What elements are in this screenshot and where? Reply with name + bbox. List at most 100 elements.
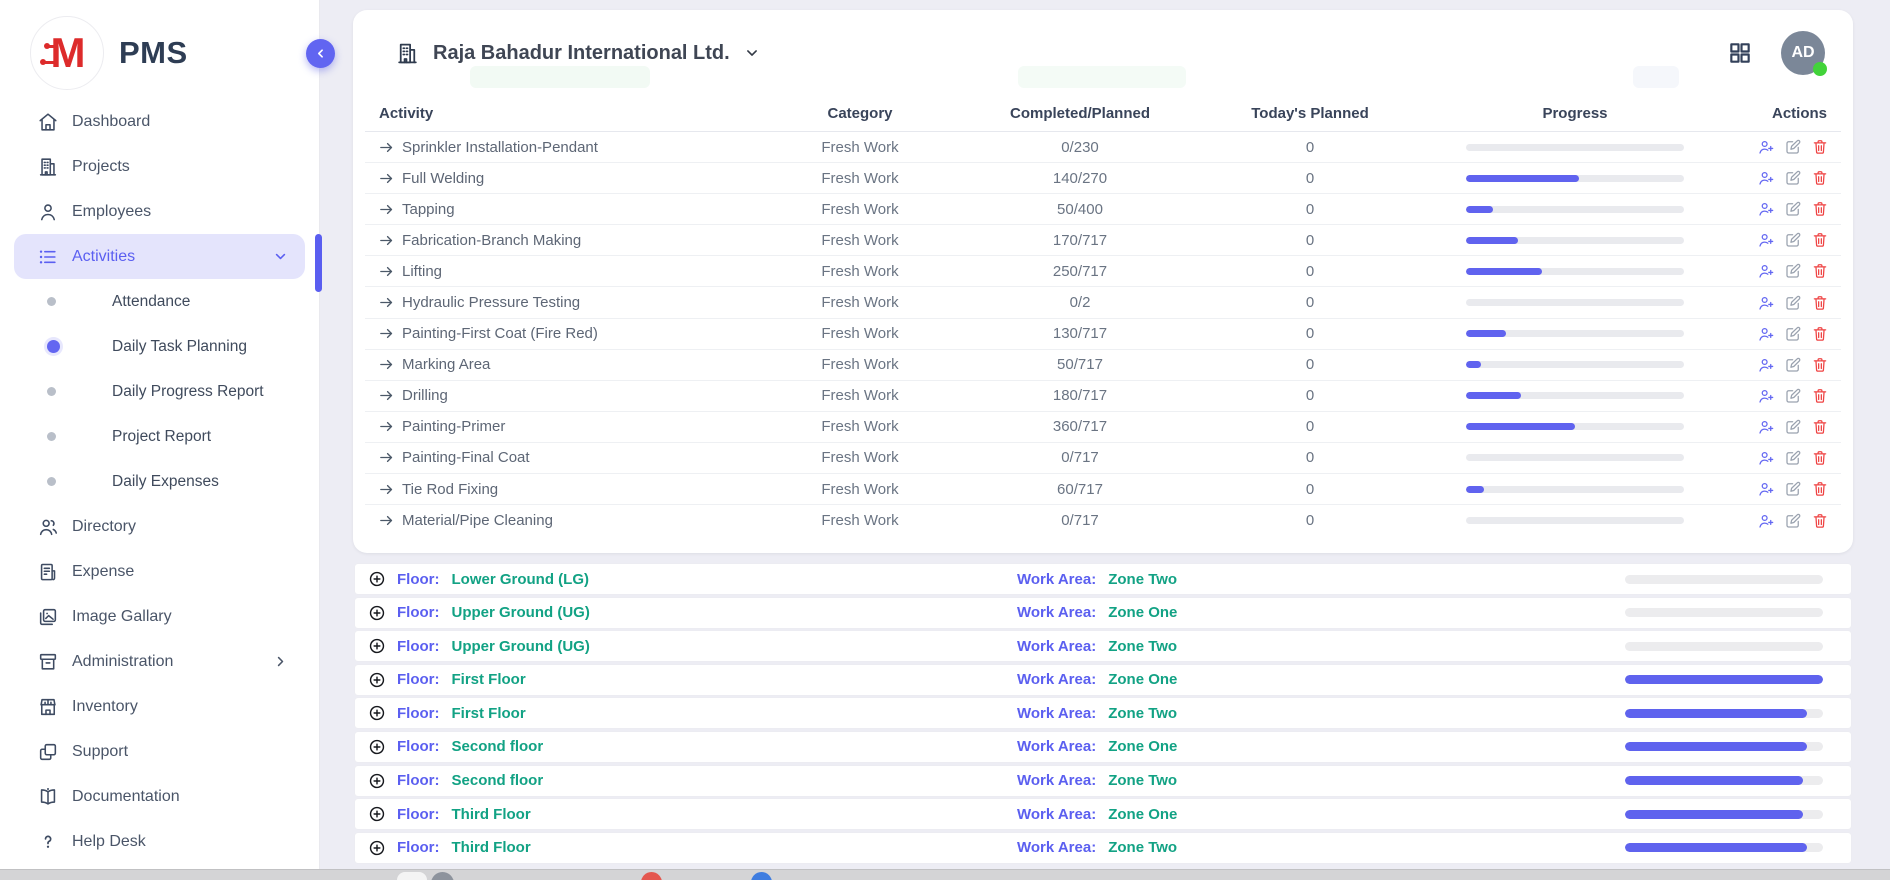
arrow-right-icon <box>378 387 395 404</box>
sidebar-item-image-gallary[interactable]: Image Gallary <box>0 594 319 639</box>
sidebar-item-documentation[interactable]: Documentation <box>0 774 319 819</box>
dock-red-app-icon[interactable] <box>641 872 662 880</box>
delete-icon[interactable] <box>1811 231 1829 249</box>
sidebar-item-dashboard[interactable]: Dashboard <box>0 99 319 144</box>
delete-icon[interactable] <box>1811 169 1829 187</box>
edit-icon[interactable] <box>1784 512 1802 530</box>
sidebar-item-daily-expenses[interactable]: Daily Expenses <box>0 459 319 504</box>
delete-icon[interactable] <box>1811 262 1829 280</box>
sidebar-item-support[interactable]: Support <box>0 729 319 774</box>
floor-pair: Floor: First Floor <box>397 705 1017 722</box>
sidebar-item-daily-task-planning[interactable]: Daily Task Planning <box>0 324 319 369</box>
company-selector[interactable]: Raja Bahadur International Ltd. <box>395 41 761 66</box>
user-avatar[interactable]: AD <box>1781 31 1825 75</box>
floor-progress-fill <box>1625 742 1807 751</box>
floor-label: Floor: <box>397 638 440 655</box>
category-value: Fresh Work <box>725 139 995 156</box>
list-bullet-icon <box>37 246 59 268</box>
edit-icon[interactable] <box>1784 294 1802 312</box>
progress-bar-fill <box>1466 206 1493 213</box>
edit-icon[interactable] <box>1784 418 1802 436</box>
delete-icon[interactable] <box>1811 449 1829 467</box>
expand-plus-icon[interactable] <box>368 704 386 722</box>
floor-row: Floor: First Floor Work Area: Zone Two <box>355 698 1851 728</box>
todays-planned-value: 0 <box>1165 263 1455 280</box>
expand-plus-icon[interactable] <box>368 805 386 823</box>
scrolled-chip <box>470 66 650 88</box>
assign-user-icon[interactable] <box>1757 200 1775 218</box>
sidebar-item-project-report[interactable]: Project Report <box>0 414 319 459</box>
dock-blue-app-icon[interactable] <box>751 872 772 880</box>
assign-user-icon[interactable] <box>1757 325 1775 343</box>
assign-user-icon[interactable] <box>1757 449 1775 467</box>
edit-icon[interactable] <box>1784 262 1802 280</box>
floor-pair: Floor: Second floor <box>397 738 1017 755</box>
work-area-value: Zone One <box>1108 671 1177 688</box>
assign-user-icon[interactable] <box>1757 262 1775 280</box>
expand-plus-icon[interactable] <box>368 738 386 756</box>
floor-value: Third Floor <box>452 806 531 823</box>
delete-icon[interactable] <box>1811 418 1829 436</box>
activity-row: Painting-First Coat (Fire Red) Fresh Wor… <box>365 319 1841 350</box>
sidebar-collapse-button[interactable] <box>306 39 335 68</box>
work-area-label: Work Area: <box>1017 638 1096 655</box>
expand-plus-icon[interactable] <box>368 839 386 857</box>
progress-bar <box>1466 237 1684 244</box>
floor-list: Floor: Lower Ground (LG) Work Area: Zone… <box>355 564 1851 863</box>
dock-avatar-icon[interactable] <box>431 872 454 880</box>
floor-label: Floor: <box>397 839 440 856</box>
sidebar-item-projects[interactable]: Projects <box>0 144 319 189</box>
expand-plus-icon[interactable] <box>368 604 386 622</box>
edit-icon[interactable] <box>1784 387 1802 405</box>
expand-plus-icon[interactable] <box>368 637 386 655</box>
assign-user-icon[interactable] <box>1757 231 1775 249</box>
dock-app-icon[interactable] <box>397 872 427 880</box>
edit-icon[interactable] <box>1784 325 1802 343</box>
expand-plus-icon[interactable] <box>368 671 386 689</box>
edit-icon[interactable] <box>1784 480 1802 498</box>
delete-icon[interactable] <box>1811 480 1829 498</box>
delete-icon[interactable] <box>1811 356 1829 374</box>
assign-user-icon[interactable] <box>1757 294 1775 312</box>
assign-user-icon[interactable] <box>1757 169 1775 187</box>
edit-icon[interactable] <box>1784 231 1802 249</box>
expand-plus-icon[interactable] <box>368 772 386 790</box>
assign-user-icon[interactable] <box>1757 387 1775 405</box>
delete-icon[interactable] <box>1811 138 1829 156</box>
edit-icon[interactable] <box>1784 138 1802 156</box>
question-icon <box>37 831 59 853</box>
delete-icon[interactable] <box>1811 512 1829 530</box>
sidebar-item-administration[interactable]: Administration <box>0 639 319 684</box>
expand-plus-icon[interactable] <box>368 570 386 588</box>
delete-icon[interactable] <box>1811 325 1829 343</box>
floor-row: Floor: Third Floor Work Area: Zone Two <box>355 833 1851 863</box>
delete-icon[interactable] <box>1811 294 1829 312</box>
sidebar-item-expense[interactable]: Expense <box>0 549 319 594</box>
apps-grid-icon[interactable] <box>1727 40 1753 66</box>
col-completed-planned: Completed/Planned <box>995 105 1165 122</box>
sidebar-item-activities[interactable]: Activities <box>14 234 305 279</box>
edit-icon[interactable] <box>1784 169 1802 187</box>
assign-user-icon[interactable] <box>1757 480 1775 498</box>
edit-icon[interactable] <box>1784 449 1802 467</box>
assign-user-icon[interactable] <box>1757 138 1775 156</box>
floor-value: First Floor <box>452 671 526 688</box>
assign-user-icon[interactable] <box>1757 512 1775 530</box>
sidebar-item-employees[interactable]: Employees <box>0 189 319 234</box>
sidebar-item-daily-progress-report[interactable]: Daily Progress Report <box>0 369 319 414</box>
sidebar-item-inventory[interactable]: Inventory <box>0 684 319 729</box>
work-area-pair: Work Area: Zone Two <box>1017 705 1625 722</box>
sidebar-item-directory[interactable]: Directory <box>0 504 319 549</box>
sidebar-item-help-desk[interactable]: Help Desk <box>0 819 319 864</box>
delete-icon[interactable] <box>1811 387 1829 405</box>
edit-icon[interactable] <box>1784 200 1802 218</box>
sidebar-nav: Dashboard Projects Employees Activities <box>0 99 319 864</box>
assign-user-icon[interactable] <box>1757 418 1775 436</box>
edit-icon[interactable] <box>1784 356 1802 374</box>
online-status-dot <box>1813 62 1827 76</box>
assign-user-icon[interactable] <box>1757 356 1775 374</box>
receipt-icon <box>37 561 59 583</box>
delete-icon[interactable] <box>1811 200 1829 218</box>
sidebar-item-attendance[interactable]: Attendance <box>0 279 319 324</box>
progress-bar-fill <box>1466 361 1481 368</box>
